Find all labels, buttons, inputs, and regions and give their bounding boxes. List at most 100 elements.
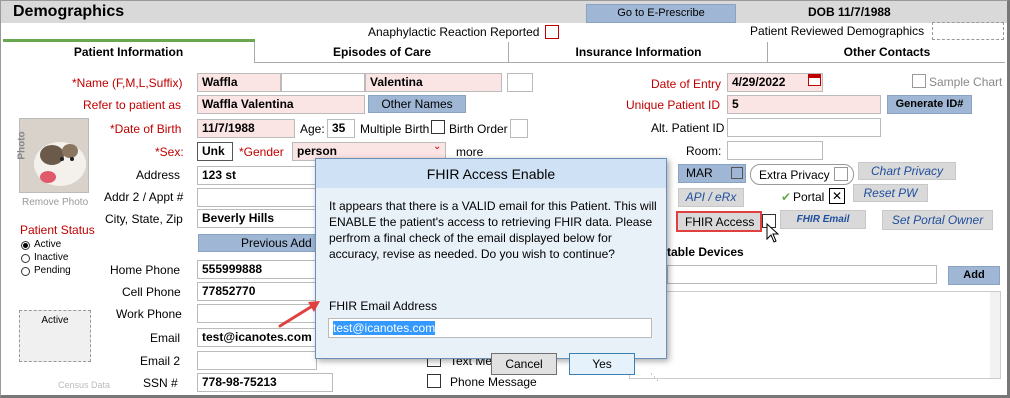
last-name-field[interactable]: Valentina <box>365 73 502 92</box>
tab-divider <box>255 62 1005 63</box>
other-names-button[interactable]: Other Names <box>368 95 466 113</box>
status-pending-label: Pending <box>34 265 71 276</box>
extra-privacy-label: Extra Privacy <box>759 168 830 182</box>
header-bar: Demographics Go to E-Prescribe DOB 11/7/… <box>1 1 1007 23</box>
sample-chart-label: Sample Chart <box>929 75 1003 89</box>
status-inactive-radio[interactable] <box>21 254 30 263</box>
middle-name-field[interactable] <box>281 73 365 92</box>
room-label: Room: <box>686 144 722 158</box>
cell-phone-label: Cell Phone <box>122 285 181 299</box>
chevron-down-icon[interactable]: ⌄ <box>433 141 441 152</box>
portal-label: Portal <box>793 190 825 204</box>
dob-field[interactable]: 11/7/1988 <box>197 119 295 138</box>
mouse-cursor-icon <box>766 223 780 243</box>
name-label: *Name (F,M,L,Suffix) <box>72 76 183 90</box>
phone-message-label: Phone Message <box>450 375 537 389</box>
address-field[interactable]: 123 st <box>197 166 317 185</box>
fhir-email-address-label: FHIR Email Address <box>329 299 438 313</box>
home-phone-label: Home Phone <box>110 263 181 277</box>
devices-scrollbar[interactable] <box>990 292 1000 378</box>
patient-photo[interactable] <box>19 118 89 193</box>
address-label: Address <box>136 168 181 182</box>
more-link[interactable]: more <box>456 145 483 159</box>
alt-id-field[interactable] <box>727 118 881 137</box>
dialog-message: It appears that there is a VALID email f… <box>329 199 657 261</box>
sample-chart-checkbox[interactable] <box>912 74 926 88</box>
status-active-radio[interactable] <box>21 241 30 250</box>
photo-side-label: Photo <box>16 131 28 160</box>
addr2-label: Addr 2 / Appt # <box>104 190 184 204</box>
reset-pw-button[interactable]: Reset PW <box>853 184 928 202</box>
patient-status-label: Patient Status <box>20 223 95 237</box>
mar-label: MAR <box>686 166 713 180</box>
annotation-arrow-icon <box>278 301 320 328</box>
first-name-field[interactable]: Waffla <box>197 73 281 92</box>
generate-id-button[interactable]: Generate ID# <box>887 95 972 114</box>
suffix-field[interactable] <box>507 73 533 92</box>
yes-button[interactable]: Yes <box>569 353 635 375</box>
sex-label: *Sex: <box>155 145 184 159</box>
status-box: Active <box>19 310 91 362</box>
page-title: Demographics <box>13 3 125 20</box>
sex-select[interactable]: Unk <box>197 142 233 161</box>
checkmark-icon: ✔ <box>781 190 792 204</box>
fhir-access-label: FHIR Access <box>685 215 755 229</box>
dialog-title: FHIR Access Enable <box>316 159 666 188</box>
email-field[interactable]: test@icanotes.com <box>197 328 317 347</box>
city-field[interactable]: Beverly Hills <box>197 209 317 228</box>
anaphylactic-checkbox[interactable] <box>545 25 559 39</box>
email-label: Email <box>150 331 181 345</box>
resize-grip-icon[interactable]: ⋱ <box>650 372 659 383</box>
chart-privacy-button[interactable]: Chart Privacy <box>858 162 956 180</box>
tab-patient-information[interactable]: Patient Information <box>3 42 255 63</box>
unique-id-label: Unique Patient ID <box>626 98 721 112</box>
birth-order-label: Birth Order <box>449 122 508 136</box>
alt-id-label: Alt. Patient ID <box>651 121 725 135</box>
ssn-field[interactable]: 778-98-75213 <box>197 373 333 392</box>
remove-photo-link[interactable]: Remove Photo <box>22 197 88 208</box>
device-input[interactable] <box>667 265 937 284</box>
add-device-button[interactable]: Add <box>948 266 1000 285</box>
gender-label: *Gender <box>239 145 284 159</box>
multiple-birth-label: Multiple Birth <box>360 122 430 136</box>
status-inactive-label: Inactive <box>34 252 69 263</box>
addr2-field[interactable] <box>197 188 317 207</box>
cancel-button[interactable]: Cancel <box>491 353 557 375</box>
tab-other-contacts[interactable]: Other Contacts <box>769 42 1005 63</box>
mar-checkbox[interactable] <box>731 167 743 179</box>
fhir-access-button[interactable]: FHIR Access <box>676 211 762 232</box>
email2-label: Email 2 <box>140 354 181 368</box>
api-erx-button[interactable]: API / eRx <box>678 188 744 207</box>
ssn-label: SSN # <box>143 376 178 390</box>
phone-message-checkbox[interactable] <box>427 374 441 388</box>
reviewed-label: Patient Reviewed Demographics <box>750 24 925 38</box>
reviewed-field[interactable] <box>932 22 1004 40</box>
unique-id-field[interactable]: 5 <box>727 95 881 114</box>
age-field: 35 <box>327 119 355 138</box>
census-label: Census Data <box>58 380 111 390</box>
tab-insurance-information[interactable]: Insurance Information <box>510 42 768 63</box>
portal-checkbox[interactable]: ✕ <box>829 188 845 204</box>
home-phone-field[interactable]: 555999888 <box>197 260 317 279</box>
status-pending-radio[interactable] <box>21 267 30 276</box>
devices-list[interactable] <box>629 291 1001 379</box>
fhir-email-button[interactable]: FHIR Email <box>780 210 866 229</box>
city-label: City, State, Zip <box>105 212 183 226</box>
extra-privacy-checkbox[interactable] <box>834 167 848 181</box>
multiple-birth-checkbox[interactable] <box>431 120 445 134</box>
refer-field[interactable]: Waffla Valentina <box>197 95 365 114</box>
anaphylactic-label: Anaphylactic Reaction Reported <box>368 25 540 39</box>
work-phone-label: Work Phone <box>116 307 182 321</box>
fhir-email-input-value: test@icanotes.com <box>333 321 436 335</box>
set-portal-owner-button[interactable]: Set Portal Owner <box>882 210 993 230</box>
birth-order-field[interactable] <box>510 119 528 138</box>
room-field[interactable] <box>727 141 823 160</box>
fhir-email-input[interactable]: test@icanotes.com <box>328 318 652 338</box>
extra-privacy-toggle[interactable]: Extra Privacy <box>750 164 854 185</box>
dob-display: DOB 11/7/1988 <box>808 5 891 19</box>
tab-episodes-of-care[interactable]: Episodes of Care <box>256 42 509 63</box>
calendar-icon[interactable] <box>808 74 821 86</box>
email2-field[interactable] <box>197 351 317 370</box>
previous-address-button[interactable]: Previous Add <box>198 234 316 252</box>
eprescribe-button[interactable]: Go to E-Prescribe <box>586 4 736 23</box>
